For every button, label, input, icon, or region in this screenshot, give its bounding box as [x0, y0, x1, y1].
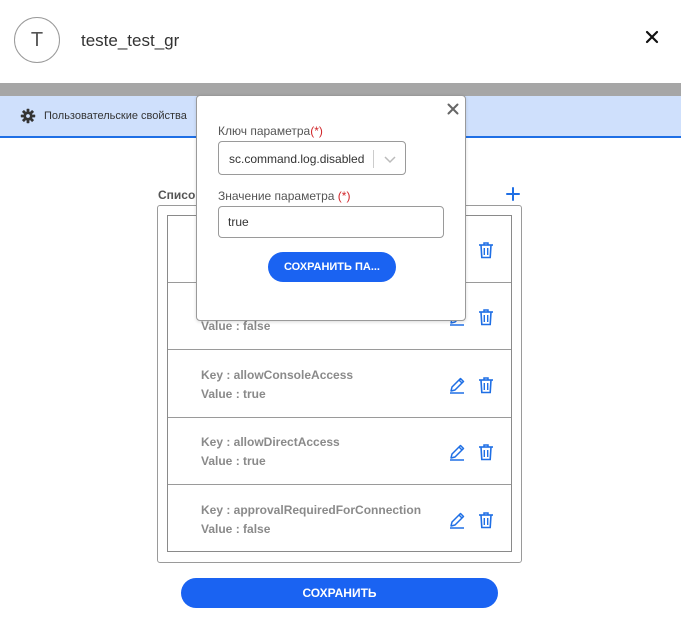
key-select[interactable]: sc.command.log.disabled: [218, 141, 406, 175]
gear-icon: [20, 108, 36, 124]
tab-custom-properties[interactable]: Пользовательские свойства: [20, 108, 187, 124]
plus-icon[interactable]: [505, 186, 521, 202]
edit-icon[interactable]: [448, 376, 466, 394]
chevron-down-icon: [384, 156, 396, 164]
property-key: Key : allowConsoleAccess: [201, 367, 354, 382]
value-input[interactable]: [218, 206, 444, 238]
page: T teste_test_gr Пользовательские свойств…: [0, 0, 681, 633]
header: T teste_test_gr: [0, 0, 681, 83]
trash-icon[interactable]: [476, 442, 496, 462]
select-separator: [373, 150, 374, 168]
value-label-text: Значение параметра: [218, 189, 338, 203]
property-key: Key : approvalRequiredForConnection: [201, 502, 422, 517]
close-icon[interactable]: [446, 102, 460, 116]
tab-label: Пользовательские свойства: [44, 110, 187, 122]
property-key: Key : allowDirectAccess: [201, 435, 340, 450]
key-label-text: Ключ параметра: [218, 124, 311, 138]
avatar: T: [14, 17, 60, 63]
edit-icon[interactable]: [448, 511, 466, 529]
property-value: Value : true: [201, 386, 266, 401]
key-field-label: Ключ параметра(*): [218, 124, 323, 138]
property-value: Value : true: [201, 454, 266, 469]
edit-property-modal: Ключ параметра(*) sc.command.log.disable…: [196, 95, 466, 321]
key-select-value: sc.command.log.disabled: [229, 152, 365, 166]
list-title: Список: [158, 188, 202, 202]
trash-icon[interactable]: [476, 510, 496, 530]
save-parameter-button[interactable]: СОХРАНИТЬ ПА...: [268, 252, 396, 282]
edit-icon[interactable]: [448, 443, 466, 461]
property-value: Value : false: [201, 521, 271, 536]
save-button[interactable]: СОХРАНИТЬ: [181, 578, 498, 608]
list-item: Key : approvalRequiredForConnection Value…: [168, 486, 511, 553]
close-icon[interactable]: [643, 28, 661, 46]
list-item: Key : allowConsoleAccess Value : true: [168, 351, 511, 418]
value-field-label: Значение параметра (*): [218, 189, 350, 203]
property-value: Value : false: [201, 319, 271, 334]
trash-icon[interactable]: [476, 375, 496, 395]
list-item: Key : allowDirectAccess Value : true: [168, 418, 511, 486]
trash-icon[interactable]: [476, 307, 496, 327]
page-title: teste_test_gr: [81, 31, 180, 50]
trash-icon[interactable]: [476, 240, 496, 260]
required-marker: (*): [337, 189, 351, 203]
required-marker: (*): [310, 124, 323, 138]
